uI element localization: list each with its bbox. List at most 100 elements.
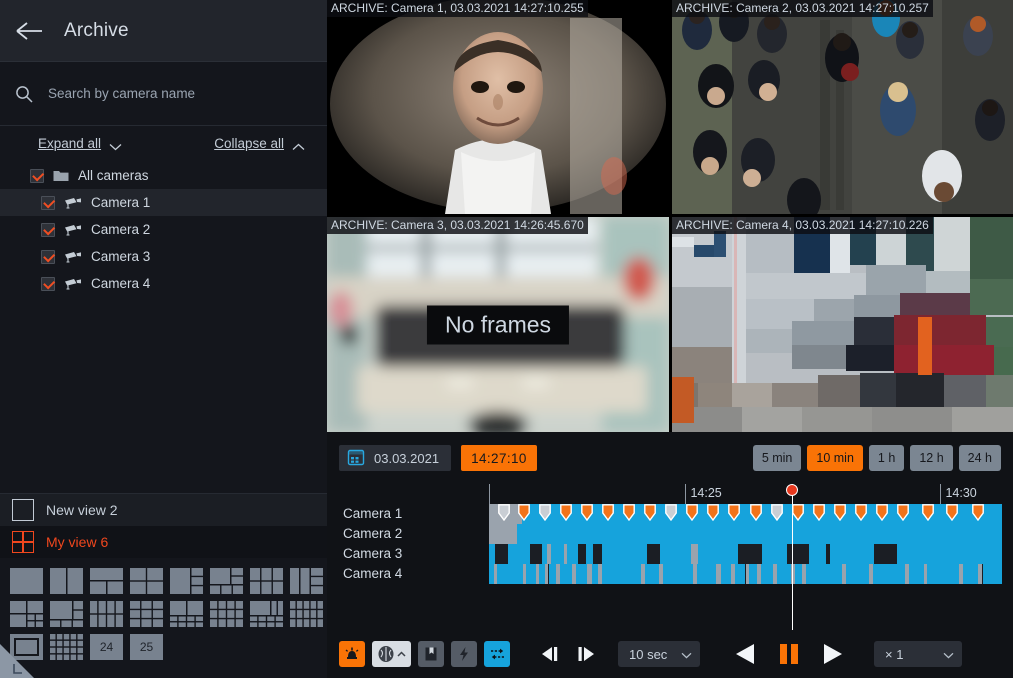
step-interval-value: 10 sec bbox=[629, 646, 668, 662]
layout-option-1[interactable] bbox=[10, 568, 43, 594]
video-panel-camera-4[interactable]: ARCHIVE: Camera 4, 03.03.2021 14:27:10.2… bbox=[672, 217, 1013, 432]
timeline-track-area[interactable]: 14:25 14:30 bbox=[489, 484, 1002, 630]
timeline-event-marker[interactable] bbox=[518, 504, 531, 522]
tree-item-all-cameras[interactable]: All cameras bbox=[0, 162, 327, 189]
timeline-track-camera-1[interactable] bbox=[489, 504, 1002, 524]
checkbox[interactable] bbox=[41, 195, 55, 210]
timeline-event-marker[interactable] bbox=[644, 504, 656, 522]
duration-button-5min[interactable]: 5 min bbox=[752, 445, 802, 471]
lightning-icon[interactable] bbox=[451, 641, 477, 667]
timeline-event-marker[interactable] bbox=[876, 504, 888, 522]
chevron-up-icon[interactable] bbox=[292, 139, 305, 150]
duration-button-1h[interactable]: 1 h bbox=[868, 445, 905, 471]
checkbox[interactable] bbox=[41, 276, 55, 291]
timeline-event-marker[interactable] bbox=[855, 504, 867, 522]
tree-item-camera-3[interactable]: Camera 3 bbox=[0, 243, 327, 270]
timeline-event-marker[interactable] bbox=[539, 504, 552, 522]
timeline-track-camera-4[interactable] bbox=[489, 564, 1002, 584]
date-picker-button[interactable]: 03.03.2021 bbox=[339, 445, 452, 471]
bookmark-icon[interactable] bbox=[418, 641, 444, 667]
timeline-tracks[interactable] bbox=[489, 504, 1002, 584]
tree-item-camera-2[interactable]: Camera 2 bbox=[0, 216, 327, 243]
timeline-event-marker[interactable] bbox=[560, 504, 573, 522]
view-item-new-view-2[interactable]: New view 2 bbox=[0, 494, 327, 526]
layout-option-25[interactable]: 25 bbox=[130, 634, 163, 660]
pause-icon[interactable] bbox=[777, 641, 801, 667]
timeline-event-marker[interactable] bbox=[665, 504, 678, 522]
checkbox[interactable] bbox=[41, 249, 55, 264]
timeline-event-marker[interactable] bbox=[813, 504, 826, 522]
sync-icon[interactable] bbox=[484, 641, 510, 667]
layout-option-14[interactable] bbox=[210, 601, 243, 627]
search-input[interactable] bbox=[48, 86, 288, 101]
timeline-event-marker[interactable] bbox=[685, 504, 698, 522]
timeline-event-marker[interactable] bbox=[581, 504, 594, 522]
layout-option-4[interactable] bbox=[130, 568, 163, 594]
duration-button-12h[interactable]: 12 h bbox=[910, 445, 953, 471]
step-forward-icon[interactable] bbox=[573, 643, 599, 665]
layout-option-11[interactable] bbox=[90, 601, 123, 627]
layout-option-7[interactable] bbox=[250, 568, 283, 594]
timeline-segment bbox=[508, 544, 531, 564]
timeline-track-labels: Camera 1 Camera 2 Camera 3 Camera 4 bbox=[343, 504, 483, 584]
timeline-event-marker[interactable] bbox=[921, 504, 934, 522]
layout-option-18[interactable] bbox=[50, 634, 83, 660]
duration-button-24h[interactable]: 24 h bbox=[958, 445, 1001, 471]
layout-option-8[interactable] bbox=[290, 568, 323, 594]
timeline-segment bbox=[982, 564, 1002, 584]
timeline-track-camera-3[interactable] bbox=[489, 544, 1002, 564]
timeline-segment bbox=[586, 544, 594, 564]
tree-item-camera-4[interactable]: Camera 4 bbox=[0, 270, 327, 297]
layout-option-13[interactable] bbox=[170, 601, 203, 627]
timeline-ruler[interactable]: 14:25 14:30 bbox=[489, 484, 1002, 504]
time-value-button[interactable]: 14:27:10 bbox=[461, 445, 537, 471]
layout-option-9[interactable] bbox=[10, 601, 43, 627]
layout-option-2[interactable] bbox=[50, 568, 83, 594]
timeline-segment bbox=[644, 564, 660, 584]
layout-option-5[interactable] bbox=[170, 568, 203, 594]
speed-select[interactable]: × 1 bbox=[874, 641, 962, 667]
video-panel-camera-1[interactable]: ARCHIVE: Camera 1, 03.03.2021 14:27:10.2… bbox=[327, 0, 669, 214]
timeline-segment bbox=[873, 544, 898, 564]
duration-button-10min[interactable]: 10 min bbox=[807, 445, 863, 471]
timeline-event-marker[interactable] bbox=[497, 504, 510, 522]
ruler-tick bbox=[489, 484, 490, 504]
video-panel-camera-2[interactable]: ARCHIVE: Camera 2, 03.03.2021 14:27:10.2… bbox=[672, 0, 1013, 214]
expand-all-link[interactable]: Expand all bbox=[38, 136, 101, 151]
play-icon[interactable] bbox=[819, 641, 845, 667]
layout-option-16[interactable] bbox=[290, 601, 323, 627]
layout-option-3[interactable] bbox=[90, 568, 123, 594]
timeline-event-marker[interactable] bbox=[706, 504, 719, 522]
layout-option-12[interactable] bbox=[130, 601, 163, 627]
brain-icon[interactable] bbox=[372, 641, 411, 667]
timeline-event-marker[interactable] bbox=[770, 504, 783, 522]
timeline-event-marker[interactable] bbox=[623, 504, 635, 522]
back-arrow-icon[interactable] bbox=[14, 15, 46, 47]
step-interval-select[interactable]: 10 sec bbox=[618, 641, 700, 667]
checkbox[interactable] bbox=[41, 222, 55, 237]
layout-option-17[interactable] bbox=[10, 634, 43, 660]
collapse-all-link[interactable]: Collapse all bbox=[214, 136, 284, 151]
video-panel-camera-3[interactable]: No frames ARCHIVE: Camera 3, 03.03.2021 … bbox=[327, 217, 669, 432]
layout-option-24[interactable]: 24 bbox=[90, 634, 123, 660]
rewind-icon[interactable] bbox=[733, 641, 759, 667]
step-back-icon[interactable] bbox=[537, 643, 563, 665]
layout-option-15[interactable] bbox=[250, 601, 283, 627]
alarm-icon[interactable] bbox=[339, 641, 365, 667]
checkbox[interactable] bbox=[30, 168, 44, 183]
timeline-event-marker[interactable] bbox=[945, 504, 958, 522]
timeline-playhead[interactable] bbox=[786, 484, 799, 630]
layout-option-6[interactable] bbox=[210, 568, 243, 594]
timeline-event-marker[interactable] bbox=[727, 504, 740, 522]
timeline-track-camera-2[interactable] bbox=[489, 524, 1002, 544]
timeline-event-marker[interactable] bbox=[971, 504, 984, 522]
layout-option-10[interactable] bbox=[50, 601, 83, 627]
timeline-event-marker[interactable] bbox=[897, 504, 909, 522]
timeline-event-marker[interactable] bbox=[749, 504, 762, 522]
view-item-my-view-6[interactable]: My view 6 bbox=[0, 526, 327, 558]
timeline-event-marker[interactable] bbox=[792, 504, 805, 522]
tree-item-camera-1[interactable]: Camera 1 bbox=[0, 189, 327, 216]
chevron-down-icon[interactable] bbox=[109, 139, 122, 151]
timeline-event-marker[interactable] bbox=[602, 504, 614, 522]
timeline-event-marker[interactable] bbox=[833, 504, 846, 522]
